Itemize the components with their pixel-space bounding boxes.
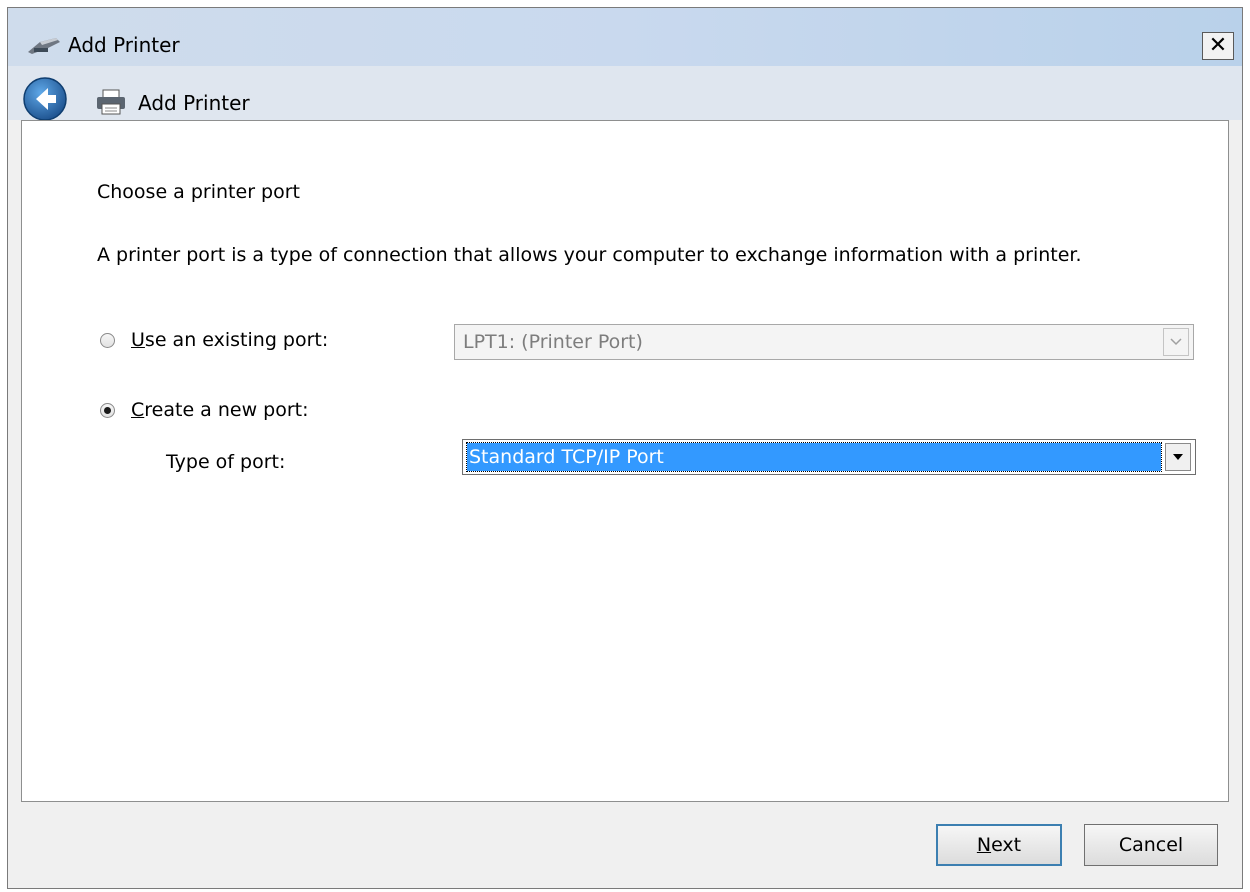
port-type-label: Type of port: <box>166 451 286 473</box>
page-description: A printer port is a type of connection t… <box>97 244 1082 266</box>
existing-port-label: Use an existing port: <box>131 329 329 351</box>
add-printer-window: Add Printer ✕ Add Printer Choose a print… <box>7 7 1243 889</box>
existing-port-value: LPT1: (Printer Port) <box>463 331 643 353</box>
existing-port-select[interactable]: LPT1: (Printer Port) <box>454 324 1194 360</box>
back-arrow-icon[interactable] <box>22 76 68 122</box>
existing-port-option[interactable]: Use an existing port: <box>100 329 328 351</box>
title-bar: Add Printer ✕ <box>8 8 1242 66</box>
page-heading: Choose a printer port <box>97 181 300 203</box>
existing-port-radio[interactable] <box>100 332 115 348</box>
wizard-content: Choose a printer port A printer port is … <box>21 120 1229 802</box>
chevron-down-icon[interactable] <box>1165 443 1191 471</box>
new-port-option[interactable]: Create a new port: <box>100 399 309 421</box>
port-type-select[interactable]: Standard TCP/IP Port <box>462 439 1196 475</box>
window-title: Add Printer <box>68 33 180 57</box>
next-button[interactable]: Next <box>936 824 1062 866</box>
nav-title: Add Printer <box>138 91 250 115</box>
close-button[interactable]: ✕ <box>1202 32 1234 60</box>
chevron-down-icon[interactable] <box>1163 328 1189 356</box>
port-type-value: Standard TCP/IP Port <box>466 442 1162 472</box>
new-port-radio[interactable] <box>100 402 115 418</box>
printer-icon <box>97 89 125 115</box>
close-icon: ✕ <box>1208 33 1228 58</box>
printer-wizard-icon <box>28 38 60 54</box>
nav-bar: Add Printer <box>8 66 1242 122</box>
new-port-label: Create a new port: <box>131 399 309 421</box>
cancel-button[interactable]: Cancel <box>1084 824 1218 866</box>
